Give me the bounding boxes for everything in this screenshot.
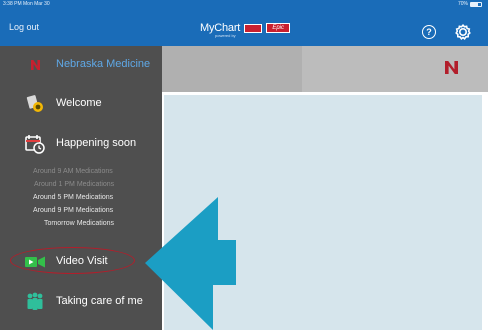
content-area (164, 95, 482, 330)
brand-flag-icon (244, 23, 263, 33)
schedule-time: Around 1 PM (34, 181, 75, 188)
battery-percent: 70% (457, 1, 468, 7)
sidebar-item-organization[interactable]: Nebraska Medicine (0, 56, 162, 74)
schedule-item-name: Medications (75, 207, 114, 214)
video-visit-highlight-ring (10, 247, 135, 274)
schedule-item[interactable]: Around 5 PM Medications (33, 194, 113, 201)
schedule-time: Tomorrow (44, 220, 75, 227)
battery-fill (471, 3, 478, 6)
welcome-badge-icon (26, 95, 43, 112)
schedule-item[interactable]: Tomorrow Medications (44, 220, 114, 227)
epic-logo: Epic (266, 23, 291, 33)
taking-care-label: Taking care of me (56, 295, 143, 307)
sidebar-item-happening-soon[interactable]: Happening soon (0, 133, 162, 155)
happening-soon-label: Happening soon (56, 137, 137, 149)
nebraska-n-icon (445, 61, 458, 74)
welcome-label: Welcome (56, 97, 102, 109)
help-icon[interactable]: ? (422, 25, 436, 39)
battery-indicator: 70% (458, 0, 482, 9)
schedule-item[interactable]: Around 9 AM Medications (33, 168, 113, 175)
sidebar: Nebraska Medicine Welcome Happening soon… (0, 46, 162, 330)
schedule-item[interactable]: Around 9 PM Medications (33, 207, 113, 214)
brand-powered-by: powered by (215, 33, 236, 38)
schedule-item-name: Medications (76, 220, 115, 227)
status-bar: 3:38 PM Mon Mar 30 70% (0, 0, 488, 9)
calendar-clock-icon (25, 135, 45, 154)
sidebar-item-welcome[interactable]: Welcome (0, 93, 162, 115)
sidebar-item-taking-care[interactable]: Taking care of me (0, 291, 162, 313)
mychart-logo: MyChart Epic powered by (200, 16, 291, 40)
app-header: Log out MyChart Epic powered by ? (0, 9, 488, 46)
nebraska-n-icon (31, 60, 40, 70)
battery-icon (470, 2, 482, 7)
gear-icon[interactable] (455, 24, 471, 40)
schedule-time: Around 9 PM (33, 207, 74, 214)
logout-button[interactable]: Log out (9, 22, 39, 32)
family-icon (27, 292, 43, 310)
main-panel (162, 46, 488, 330)
org-name: Nebraska Medicine (56, 58, 151, 70)
schedule-item-name: Medications (75, 168, 113, 175)
status-time: 3:38 PM Mon Mar 30 (3, 1, 50, 7)
schedule-time: Around 5 PM (33, 194, 74, 201)
schedule-time: Around 9 AM (33, 168, 74, 175)
banner-shade (302, 46, 488, 92)
schedule-item-name: Medications (75, 194, 114, 201)
header-banner (162, 46, 488, 92)
schedule-item[interactable]: Around 1 PM Medications (34, 181, 114, 188)
schedule-item-name: Medications (76, 181, 115, 188)
